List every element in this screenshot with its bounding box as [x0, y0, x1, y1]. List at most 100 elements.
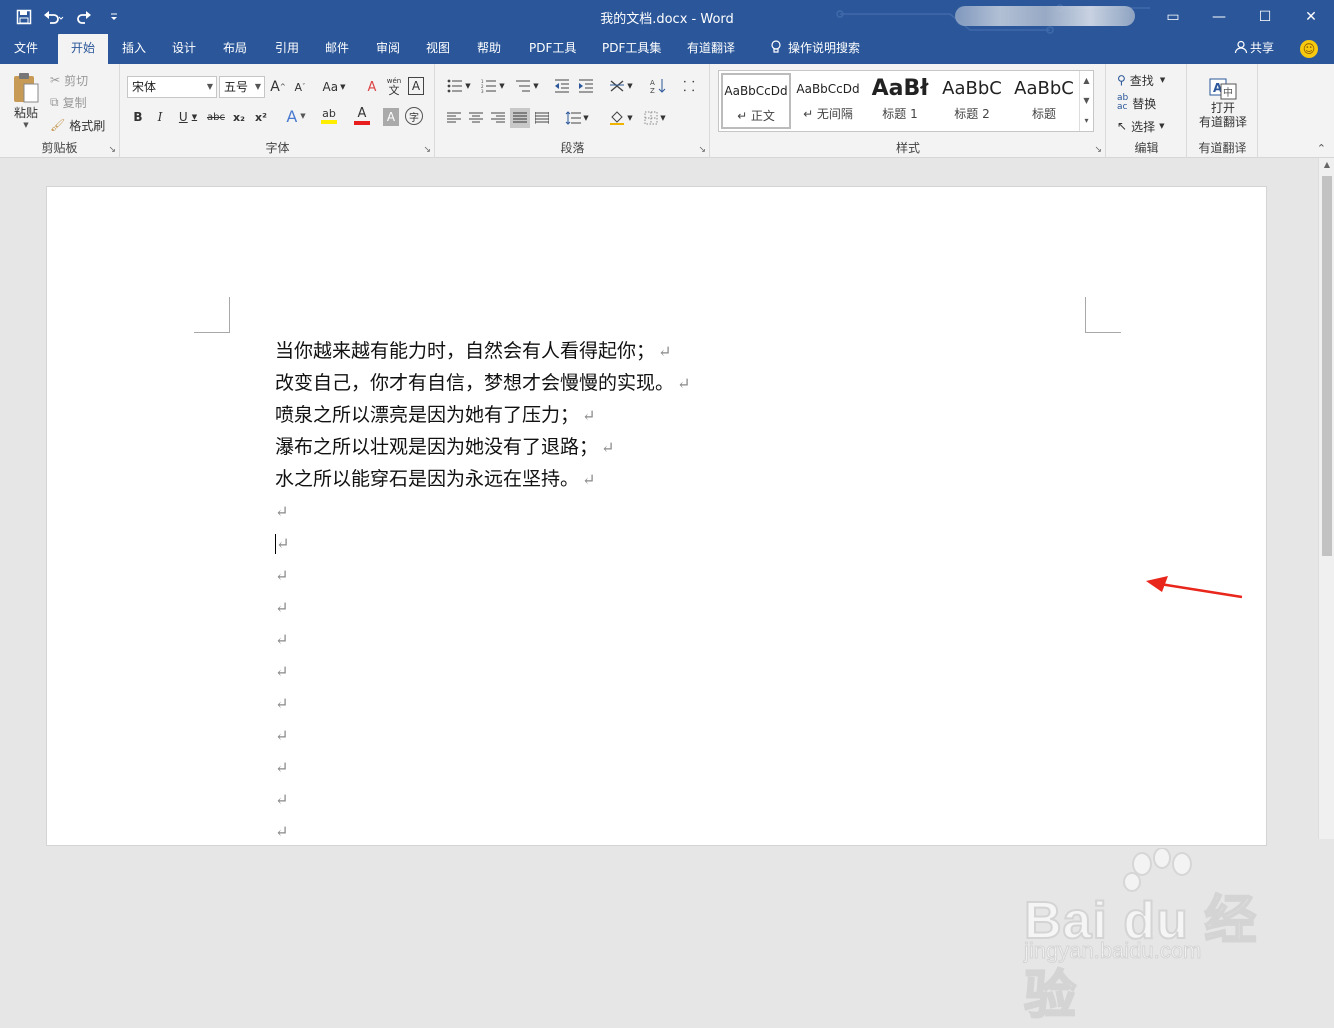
- empty-document-line[interactable]: ↵: [275, 527, 690, 559]
- tab-mailings[interactable]: 邮件: [315, 34, 359, 64]
- cut-button[interactable]: ✂ 剪切: [50, 70, 88, 90]
- style-heading-2[interactable]: AaBbC 标题 2: [937, 73, 1007, 129]
- replace-button[interactable]: ab ac 替换: [1117, 93, 1156, 113]
- paste-button[interactable]: 粘贴 ▼: [6, 70, 46, 130]
- shading-button[interactable]: ▼: [606, 108, 636, 128]
- text-effects-button[interactable]: A ▼: [281, 106, 311, 126]
- document-page[interactable]: 当你越来越有能力时，自然会有人看得起你； ↵ 改变自己，你才有自信，梦想才会慢慢的…: [46, 186, 1267, 846]
- styles-gallery-scroll[interactable]: ▲ ▼ ▾: [1079, 71, 1093, 131]
- paragraph-dialog-launcher-icon[interactable]: ↘: [698, 145, 706, 155]
- chinese-layout-button[interactable]: ▼: [606, 76, 636, 96]
- account-name-blurred[interactable]: [955, 6, 1135, 26]
- show-hide-marks-button[interactable]: ⸬: [680, 76, 698, 96]
- clear-formatting-button[interactable]: A: [363, 77, 381, 97]
- sort-button[interactable]: AZ: [648, 76, 668, 96]
- tab-pdf-tools[interactable]: PDF工具: [519, 34, 586, 64]
- empty-document-line[interactable]: ↵: [275, 495, 690, 527]
- grow-font-button[interactable]: A ^: [270, 78, 285, 96]
- tab-review[interactable]: 审阅: [366, 34, 410, 64]
- enclose-characters-button[interactable]: 字: [405, 107, 423, 125]
- style-title[interactable]: AaBbC 标题: [1009, 73, 1079, 129]
- numbering-button[interactable]: 1 2 3 ▼: [478, 76, 508, 96]
- empty-document-line[interactable]: ↵: [275, 623, 690, 655]
- document-line[interactable]: 喷泉之所以漂亮是因为她有了压力； ↵: [275, 399, 690, 431]
- style-heading-1[interactable]: AaBł 标题 1: [865, 73, 935, 129]
- open-youdao-translate-button[interactable]: A中 打开 有道翻译: [1192, 72, 1254, 134]
- underline-button[interactable]: U ▼: [175, 108, 201, 126]
- vertical-scrollbar[interactable]: ▲: [1318, 158, 1334, 839]
- clipboard-dialog-launcher-icon[interactable]: ↘: [108, 145, 116, 155]
- empty-document-line[interactable]: ↵: [275, 751, 690, 783]
- bold-button[interactable]: B: [131, 108, 145, 126]
- empty-document-line[interactable]: ↵: [275, 591, 690, 623]
- shrink-font-button[interactable]: Aˇ: [293, 78, 307, 96]
- font-name-select[interactable]: 宋体 ▼: [127, 76, 217, 98]
- document-line[interactable]: 改变自己，你才有自信，梦想才会慢慢的实现。 ↵: [275, 367, 690, 399]
- tab-home[interactable]: 开始: [58, 34, 108, 64]
- character-border-button[interactable]: A: [408, 77, 424, 95]
- document-line[interactable]: 瀑布之所以壮观是因为她没有了退路； ↵: [275, 431, 690, 463]
- superscript-button[interactable]: x²: [253, 108, 269, 126]
- phonetic-guide-button[interactable]: wén 文: [385, 75, 403, 97]
- document-line[interactable]: 当你越来越有能力时，自然会有人看得起你； ↵: [275, 335, 690, 367]
- ribbon-display-options-button[interactable]: ▭: [1150, 0, 1196, 34]
- borders-button[interactable]: ▼: [640, 108, 670, 128]
- change-case-button[interactable]: Aa ▼: [319, 78, 349, 96]
- empty-document-line[interactable]: ↵: [275, 719, 690, 751]
- tab-insert[interactable]: 插入: [112, 34, 156, 64]
- gallery-more-icon[interactable]: ▾: [1080, 111, 1093, 131]
- italic-button[interactable]: I: [153, 108, 167, 126]
- tab-file[interactable]: 文件: [4, 34, 48, 64]
- document-body[interactable]: 当你越来越有能力时，自然会有人看得起你； ↵ 改变自己，你才有自信，梦想才会慢慢的…: [275, 335, 690, 847]
- smiley-feedback-icon[interactable]: ☺: [1300, 40, 1318, 58]
- share-button[interactable]: 共享: [1234, 34, 1274, 63]
- empty-document-line[interactable]: ↵: [275, 559, 690, 591]
- tab-pdf-toolset[interactable]: PDF工具集: [592, 34, 671, 64]
- decrease-indent-button[interactable]: [552, 76, 572, 96]
- tell-me-search[interactable]: 操作说明搜索: [760, 34, 870, 64]
- font-color-button[interactable]: A: [347, 106, 377, 126]
- style-no-spacing[interactable]: AaBbCcDd ↵ 无间隔: [793, 73, 863, 129]
- minimize-button[interactable]: —: [1196, 0, 1242, 34]
- style-normal[interactable]: AaBbCcDd ↵ 正文: [721, 73, 791, 129]
- maximize-button[interactable]: ☐: [1242, 0, 1288, 34]
- find-button[interactable]: ⚲ 查找 ▼: [1117, 70, 1165, 90]
- tab-references[interactable]: 引用: [265, 34, 309, 64]
- gallery-down-icon[interactable]: ▼: [1080, 91, 1093, 111]
- strikethrough-button[interactable]: abc: [205, 108, 227, 126]
- styles-dialog-launcher-icon[interactable]: ↘: [1094, 145, 1102, 155]
- align-right-button[interactable]: [488, 108, 508, 128]
- align-center-button[interactable]: [466, 108, 486, 128]
- empty-document-line[interactable]: ↵: [275, 815, 690, 847]
- empty-document-line[interactable]: ↵: [275, 655, 690, 687]
- close-button[interactable]: ✕: [1288, 0, 1334, 34]
- scroll-up-icon[interactable]: ▲: [1319, 160, 1334, 169]
- subscript-button[interactable]: x₂: [231, 108, 247, 126]
- font-dialog-launcher-icon[interactable]: ↘: [423, 145, 431, 155]
- bullets-button[interactable]: ▼: [444, 76, 474, 96]
- tab-design[interactable]: 设计: [162, 34, 206, 64]
- empty-document-line[interactable]: ↵: [275, 783, 690, 815]
- align-left-button[interactable]: [444, 108, 464, 128]
- scrollbar-thumb[interactable]: [1322, 176, 1332, 556]
- tab-youdao[interactable]: 有道翻译: [677, 34, 745, 64]
- tab-help[interactable]: 帮助: [467, 34, 511, 64]
- copy-button[interactable]: ⧉ 复制: [50, 92, 87, 112]
- distributed-button[interactable]: [532, 108, 552, 128]
- line-spacing-button[interactable]: ▼: [562, 108, 592, 128]
- font-size-select[interactable]: 五号 ▼: [219, 76, 265, 98]
- increase-indent-button[interactable]: [576, 76, 596, 96]
- tab-view[interactable]: 视图: [416, 34, 460, 64]
- title-bar: 我的文档.docx - Word ▭ — ☐ ✕: [0, 0, 1334, 54]
- tab-layout[interactable]: 布局: [213, 34, 257, 64]
- document-line[interactable]: 水之所以能穿石是因为永远在坚持。 ↵: [275, 463, 690, 495]
- highlight-button[interactable]: ab: [313, 106, 345, 126]
- gallery-up-icon[interactable]: ▲: [1080, 71, 1093, 91]
- character-shading-button[interactable]: A: [383, 108, 399, 126]
- select-button[interactable]: ↖ 选择 ▼: [1117, 116, 1164, 136]
- justify-button[interactable]: [510, 108, 530, 128]
- empty-document-line[interactable]: ↵: [275, 687, 690, 719]
- format-painter-button[interactable]: 🖌 格式刷: [50, 115, 105, 135]
- multilevel-list-button[interactable]: ▼: [512, 76, 542, 96]
- collapse-ribbon-icon[interactable]: ⌃: [1317, 142, 1326, 155]
